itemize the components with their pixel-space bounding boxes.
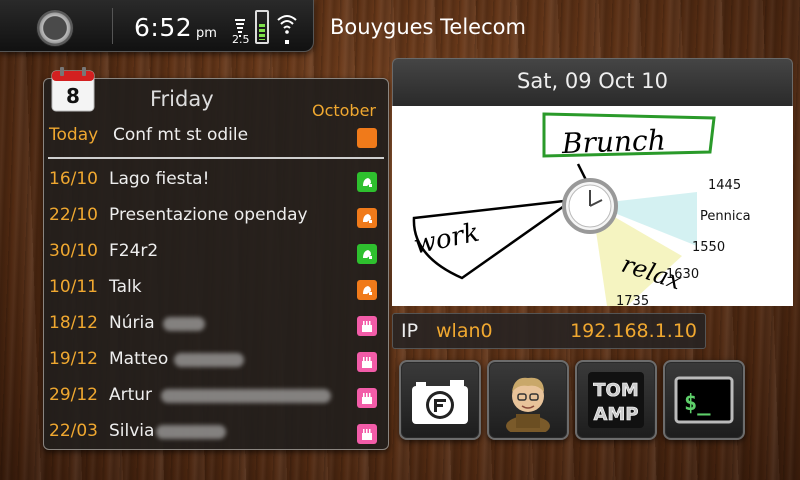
event-date: 18/12	[49, 313, 98, 333]
clock-time[interactable]: 6:52	[134, 13, 192, 42]
event-badge-icon	[357, 388, 377, 408]
date-header: Sat, 09 Oct 10	[392, 58, 793, 106]
terminal-app-button[interactable]: $_	[663, 360, 745, 440]
calendar-icon: 8	[51, 67, 95, 112]
calendar-event-row[interactable]: 22/10 Presentazione openday	[49, 205, 381, 233]
network-info-bar: IP wlan0 192.168.1.10	[392, 313, 706, 349]
ip-label: IP	[401, 320, 419, 342]
event-title: Lago fiesta!	[109, 169, 210, 189]
event-title: Silvia	[109, 421, 155, 441]
event-badge-icon	[357, 172, 377, 192]
svg-text:$_: $_	[684, 391, 711, 416]
calendar-event-row[interactable]: 30/10 F24r2	[49, 241, 381, 269]
event-badge-icon	[357, 244, 377, 264]
event-date: 22/10	[49, 205, 98, 225]
avatar-icon	[506, 377, 550, 432]
calendar-event-row[interactable]: 29/12 Artur	[49, 385, 381, 413]
event-date: 29/12	[49, 385, 98, 405]
event-title: Talk	[109, 277, 142, 297]
calendar-separator	[48, 157, 384, 159]
calendar-event-row[interactable]: 18/12 Núria	[49, 313, 381, 341]
event-title: Núria	[109, 313, 155, 333]
label-pennica: Pennica	[700, 209, 751, 224]
event-title: Presentazione openday	[109, 205, 308, 225]
status-divider	[112, 8, 113, 44]
calendar-event-row[interactable]: 10/11 Talk	[49, 277, 381, 305]
event-title: Matteo	[109, 349, 169, 369]
label-1735: 1735	[616, 294, 650, 306]
avatar-app-button[interactable]	[487, 360, 569, 440]
date-text: Sat, 09 Oct 10	[517, 69, 668, 93]
today-event-title: Conf mt st odile	[113, 125, 249, 145]
event-title: F24r2	[109, 241, 159, 261]
redacted-text	[161, 389, 331, 403]
event-title: Artur	[109, 385, 153, 405]
event-badge-icon	[357, 352, 377, 372]
home-icon[interactable]	[36, 9, 74, 47]
calendar-month: October	[311, 101, 376, 120]
calendar-event-row[interactable]: 22/03 Silvia	[49, 421, 381, 449]
event-date: 16/10	[49, 169, 98, 189]
label-1550: 1550	[692, 240, 726, 255]
svg-text:AMP: AMP	[593, 404, 638, 425]
event-date: 19/12	[49, 349, 98, 369]
event-badge-icon	[357, 424, 377, 444]
event-date: 22/03	[49, 421, 98, 441]
redacted-text	[174, 353, 244, 367]
event-date: 10/11	[49, 277, 98, 297]
event-badge-icon	[357, 280, 377, 300]
today-label: Today	[49, 125, 99, 145]
camera-app-button[interactable]	[399, 360, 481, 440]
label-1445: 1445	[708, 178, 742, 193]
sketch-drawing: Brunch work relax	[411, 112, 716, 306]
calendar-event-row[interactable]: 16/10 Lago fiesta!	[49, 169, 381, 197]
battery-icon[interactable]	[255, 10, 269, 44]
svg-text:TOM: TOM	[593, 380, 639, 401]
tomamp-app-button[interactable]: TOM AMP	[575, 360, 657, 440]
event-badge-icon	[357, 128, 377, 148]
signal-label: 2.5	[232, 33, 250, 46]
calendar-event-row[interactable]: 19/12 Matteo	[49, 349, 381, 377]
event-badge-icon	[357, 208, 377, 228]
camera-icon	[412, 380, 468, 424]
sketch-canvas[interactable]: Brunch work relax 1445 Pennica 1550 1630…	[392, 106, 793, 306]
clock-ampm: pm	[196, 26, 217, 41]
event-date: 30/10	[49, 241, 98, 261]
wifi-icon[interactable]	[276, 10, 298, 46]
ip-interface: wlan0	[436, 320, 493, 342]
redacted-text	[163, 317, 205, 331]
label-1630: 1630	[666, 267, 700, 282]
terminal-icon: $_	[674, 376, 734, 424]
status-bar: 6:52 pm 2.5	[0, 0, 314, 52]
event-badge-icon	[357, 316, 377, 336]
calendar-day-name: Friday	[150, 87, 214, 111]
redacted-text	[156, 425, 226, 439]
handwriting-work: work	[411, 218, 482, 261]
calendar-widget[interactable]: 8 Friday October Today Conf mt st odile …	[43, 67, 389, 450]
calendar-today-row[interactable]: Today Conf mt st odile	[49, 125, 381, 151]
calendar-day-number: 8	[66, 84, 80, 108]
handwriting-brunch: Brunch	[560, 123, 666, 160]
ip-address: 192.168.1.10	[570, 320, 697, 342]
operator-name: Bouygues Telecom	[330, 15, 526, 39]
tomamp-icon: TOM AMP	[588, 372, 644, 428]
